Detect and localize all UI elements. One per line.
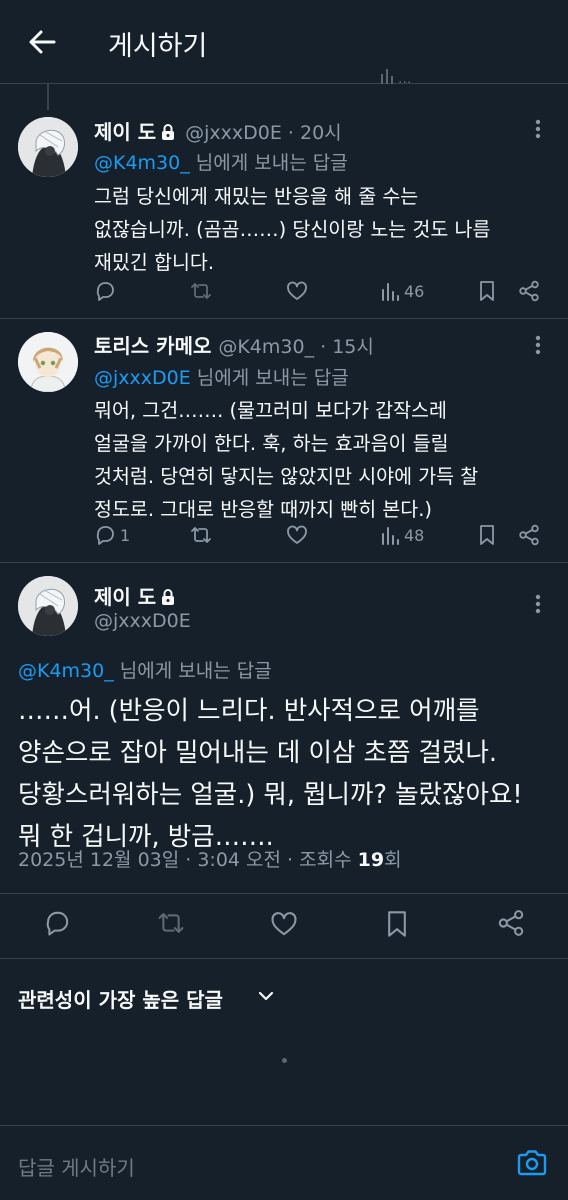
main-tweet-text: ……어. (반응이 느리다. 반사적으로 어깨를 양손으로 잡아 밀어내는 데 … (18, 690, 563, 858)
retweet-icon (157, 909, 185, 937)
views-button[interactable]: 46 (380, 280, 424, 302)
chevron-down-icon[interactable] (256, 986, 276, 1006)
thread-connector (47, 84, 49, 110)
tweet-line: 뭐어, 그건……. (물끄러미 보다가 갑작스레 (94, 399, 447, 422)
tweet-line: 그럼 당신에게 재밌는 반응을 해 줄 수는 (94, 185, 419, 208)
previous-tweet-actions: ... (0, 66, 568, 84)
replying-to: @jxxxD0E 님에게 보내는 답글 (94, 363, 349, 390)
like-button[interactable] (286, 280, 308, 302)
more-options-icon[interactable] (528, 332, 548, 358)
camera-icon[interactable] (516, 1148, 548, 1178)
author-handle-time: @K4m30_ · 15시 (218, 336, 374, 358)
view-count: 46 (404, 281, 425, 301)
page-title: 게시하기 (108, 31, 208, 62)
avatar[interactable] (18, 117, 78, 177)
svg-text:...: ... (398, 71, 411, 84)
retweet-button[interactable] (157, 909, 185, 937)
tweet-line: 얼굴을 가까이 한다. 훅, 하는 효과음이 들릴 (94, 432, 449, 455)
author-name[interactable]: 토리스 카메오 (94, 334, 211, 358)
tweet-line: 양손으로 잡아 밀어내는 데 이삼 초쯤 걸렸나. (18, 738, 498, 768)
avatar[interactable] (18, 576, 78, 636)
more-options-icon[interactable] (528, 116, 548, 142)
retweet-button[interactable] (190, 280, 212, 302)
author-name[interactable]: 제이 도 (94, 120, 156, 144)
reply-count: 1 (120, 525, 131, 545)
tweet-text: 그럼 당신에게 재밌는 반응을 해 줄 수는 없잖습니까. (곰곰……) 당신이… (94, 180, 554, 279)
share-icon (518, 280, 540, 302)
loading-indicator (282, 1058, 287, 1063)
analytics-icon (380, 280, 400, 302)
view-count: 48 (404, 525, 425, 545)
lock-icon (160, 588, 176, 606)
reply-icon (43, 909, 71, 937)
tweet-author-name[interactable]: 토리스 카메오 @K4m30_ · 15시 (94, 330, 374, 359)
tweet-line: 재밌긴 합니다. (94, 251, 215, 274)
reply-icon (94, 524, 116, 546)
bookmark-icon (384, 909, 410, 939)
author-handle-time: @jxxxD0E · 20시 (185, 122, 342, 144)
reply-button[interactable] (43, 909, 71, 937)
replying-to-handle[interactable]: @K4m30_ (94, 152, 190, 174)
reply-sort-selector[interactable]: 관련성이 가장 높은 답글 (18, 984, 223, 1013)
tweet-line: 당황스러워하는 얼굴.) 뭐, 뭡니까? 놀랐잖아요! (18, 780, 523, 810)
heart-icon (270, 910, 298, 938)
retweet-icon (190, 280, 212, 302)
retweet-button[interactable] (190, 524, 212, 546)
replying-to-suffix: 님에게 보내는 답글 (196, 367, 349, 389)
retweet-icon (190, 524, 212, 546)
replying-to-suffix: 님에게 보내는 답글 (119, 660, 272, 682)
divider (0, 893, 568, 894)
tweet-line: ……어. (반응이 느리다. 반사적으로 어깨를 (18, 696, 480, 726)
share-button[interactable] (518, 524, 540, 546)
bookmark-button[interactable] (477, 524, 497, 546)
more-options-icon[interactable] (528, 591, 548, 617)
lock-icon (160, 123, 176, 141)
tweet-line: 없잖습니까. (곰곰……) 당신이랑 노는 것도 나름 (94, 218, 491, 241)
divider (0, 562, 568, 563)
main-author-handle[interactable]: @jxxxD0E (94, 610, 191, 632)
reply-icon (94, 280, 116, 302)
tweet-timestamp[interactable]: 2025년 12월 03일 · 3:04 오전 · 조회수 19회 (18, 845, 402, 872)
timestamp-text: 2025년 12월 03일 · 3:04 오전 · 조회수 (18, 849, 358, 871)
replying-to-suffix: 님에게 보내는 답글 (195, 152, 348, 174)
replying-to: @K4m30_ 님에게 보내는 답글 (18, 656, 272, 683)
divider (0, 318, 568, 319)
tweet-text: 뭐어, 그건……. (물끄러미 보다가 갑작스레 얼굴을 가까이 한다. 훅, … (94, 394, 560, 526)
share-button[interactable] (518, 280, 540, 302)
reply-input[interactable]: 답글 게시하기 (18, 1152, 135, 1181)
share-button[interactable] (497, 909, 525, 937)
analytics-icon (380, 524, 400, 546)
tweet-author-name[interactable]: 제이 도 @jxxxD0E · 20시 (94, 116, 342, 145)
replying-to-handle[interactable]: @jxxxD0E (94, 367, 191, 389)
tweet-line: 정도로. 그대로 반응할 때까지 빤히 본다.) (94, 498, 433, 521)
share-icon (518, 524, 540, 546)
avatar[interactable] (18, 332, 78, 392)
reply-button[interactable]: 1 (94, 524, 130, 546)
back-arrow-icon[interactable] (26, 26, 58, 58)
like-button[interactable] (286, 524, 308, 546)
views-button[interactable]: 48 (380, 524, 424, 546)
bookmark-button[interactable] (477, 280, 497, 302)
share-icon (497, 909, 525, 937)
view-suffix: 회 (384, 849, 402, 871)
bookmark-icon (477, 280, 497, 302)
heart-icon (286, 280, 308, 302)
bookmark-icon (477, 524, 497, 546)
sort-label: 관련성이 가장 높은 답글 (18, 988, 223, 1012)
tweet-line: 것처럼. 당연히 닿지는 않았지만 시야에 가득 찰 (94, 465, 479, 488)
author-name[interactable]: 제이 도 (94, 585, 156, 609)
reply-button[interactable] (94, 280, 120, 302)
heart-icon (286, 524, 308, 546)
replying-to-handle[interactable]: @K4m30_ (18, 660, 114, 682)
view-count: 19 (357, 849, 385, 871)
bookmark-button[interactable] (384, 909, 410, 939)
replying-to: @K4m30_ 님에게 보내는 답글 (94, 148, 348, 175)
main-author-name[interactable]: 제이 도 (94, 581, 178, 610)
like-button[interactable] (270, 910, 298, 938)
divider (0, 958, 568, 959)
